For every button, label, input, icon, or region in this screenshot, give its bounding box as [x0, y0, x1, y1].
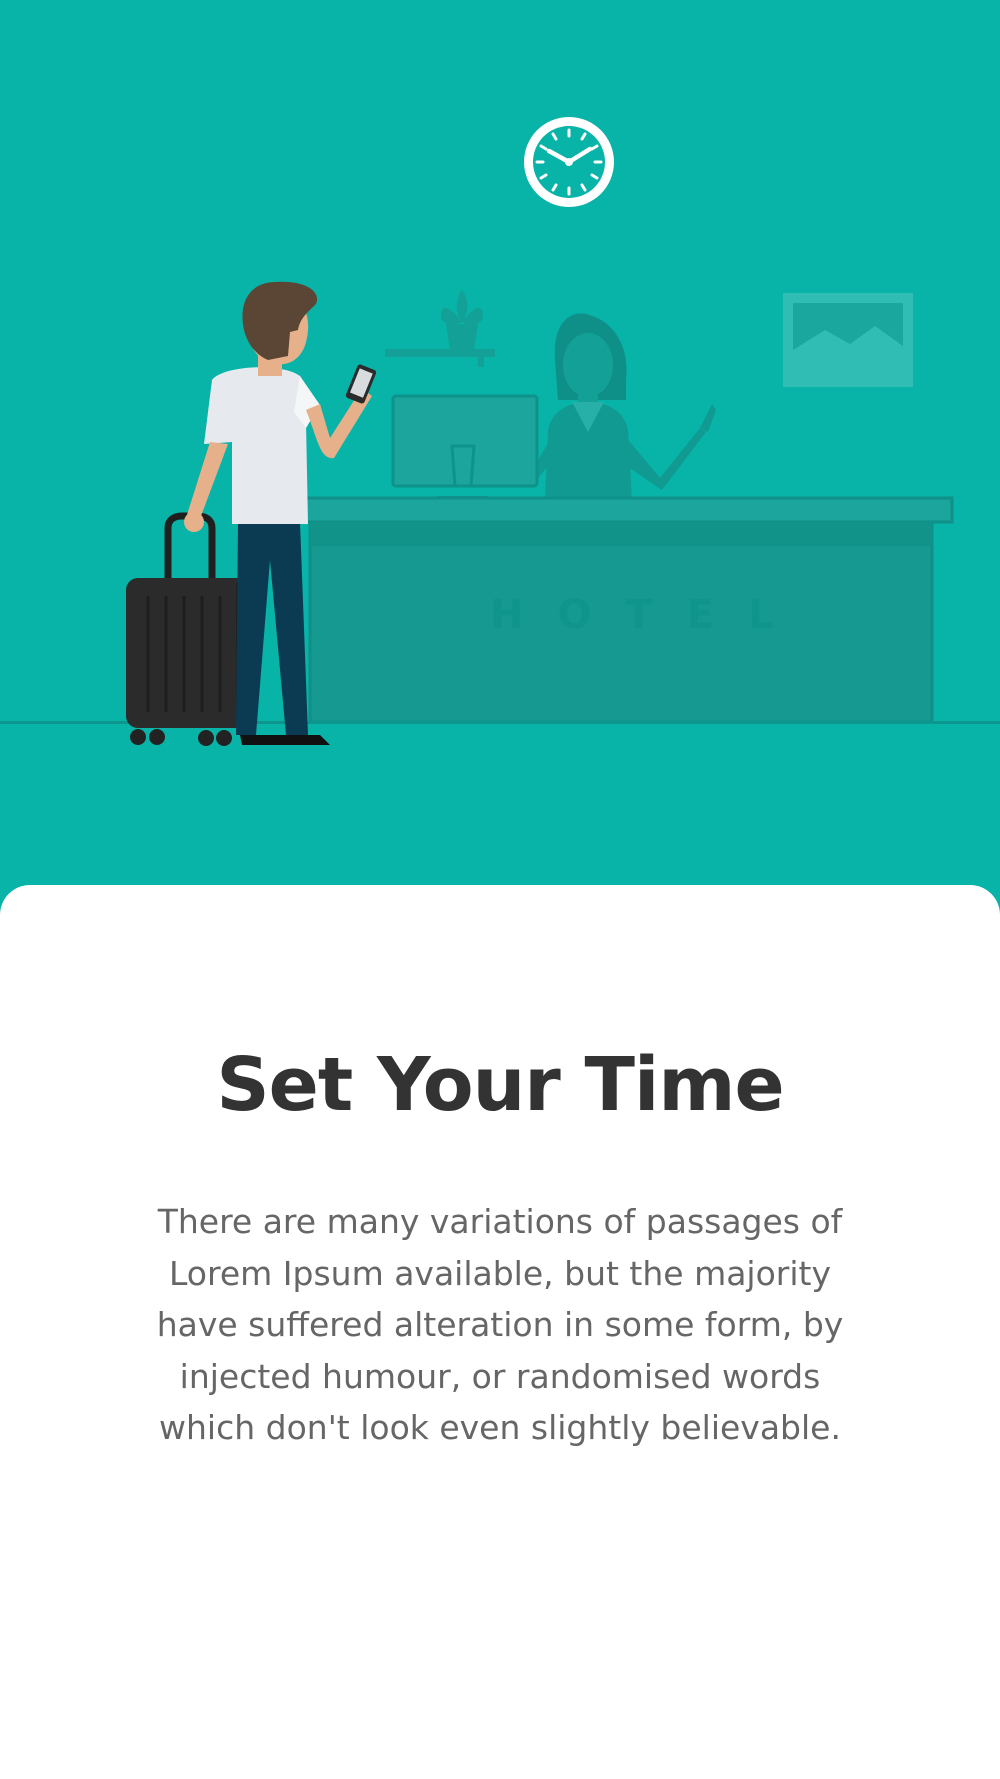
- picture-frame-icon: [783, 293, 913, 387]
- onboarding-description: There are many variations of passages of…: [156, 1202, 844, 1447]
- clock-icon: [524, 117, 614, 207]
- reception-desk: HOTEL: [304, 496, 954, 724]
- desk-sign: HOTEL: [490, 592, 808, 638]
- onboarding-title: Set Your Time: [216, 1042, 784, 1128]
- computer-monitor-icon: [391, 394, 539, 502]
- hero-illustration: HOTEL: [0, 0, 1000, 900]
